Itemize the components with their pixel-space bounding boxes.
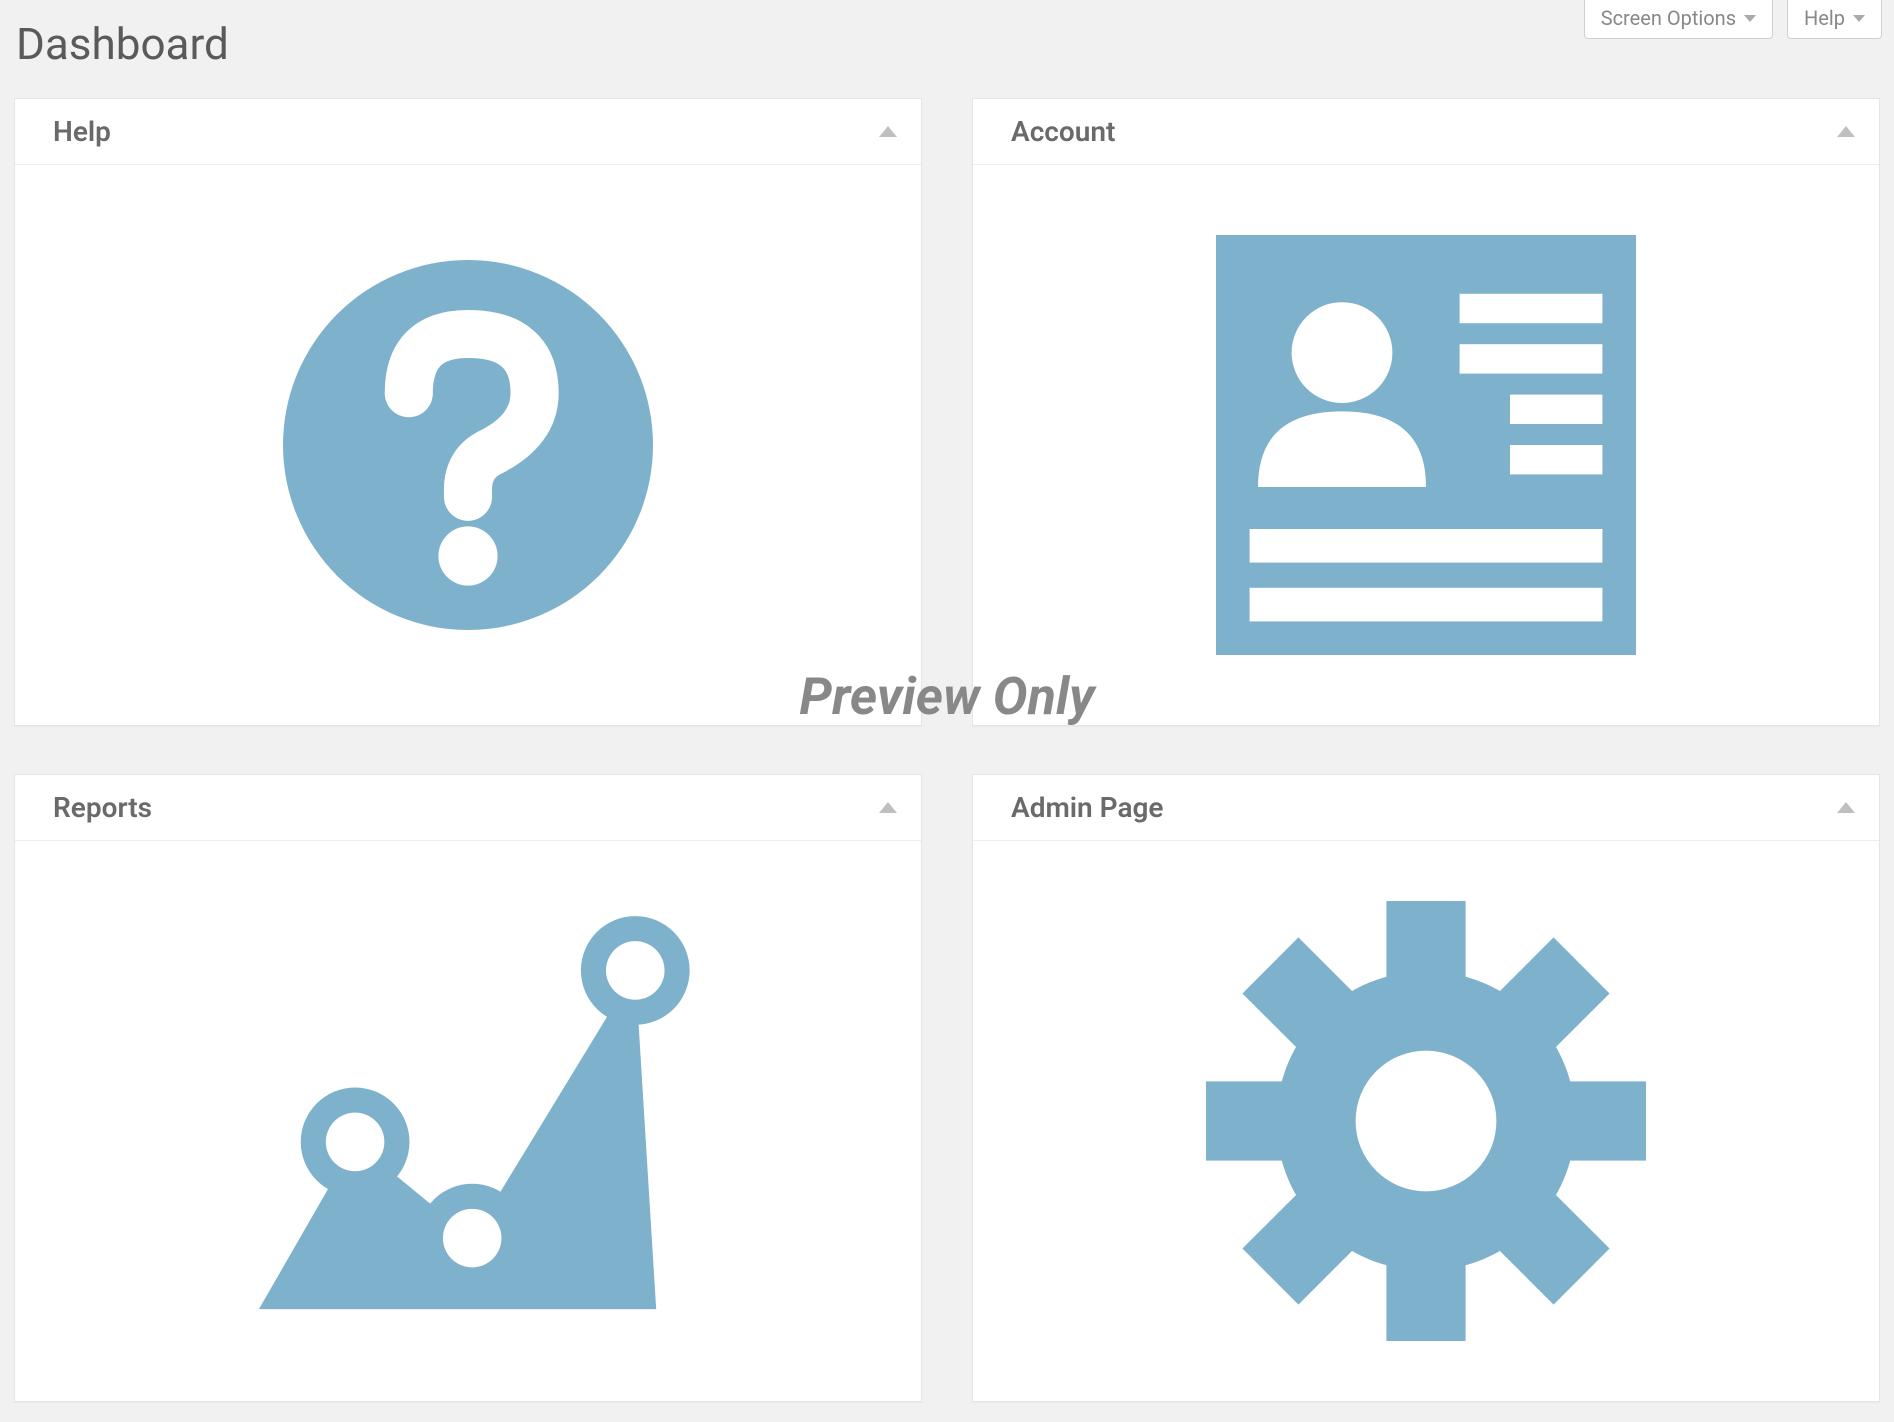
widget-help-body <box>15 165 921 725</box>
widget-account-title: Account <box>1011 115 1115 148</box>
help-button[interactable]: Help <box>1787 0 1882 39</box>
widget-reports: Reports <box>14 774 922 1402</box>
chevron-down-icon <box>1744 15 1756 22</box>
line-chart-icon <box>238 911 698 1331</box>
widget-help: Help <box>14 98 922 726</box>
profile-card-icon <box>1216 235 1636 655</box>
screen-options-label: Screen Options <box>1601 6 1736 30</box>
screen-options-button[interactable]: Screen Options <box>1584 0 1773 39</box>
widget-reports-header[interactable]: Reports <box>15 775 921 841</box>
widget-reports-body <box>15 841 921 1401</box>
chevron-up-icon <box>1837 802 1855 813</box>
widget-admin-header[interactable]: Admin Page <box>973 775 1879 841</box>
question-circle-icon <box>283 260 653 630</box>
widget-account: Account <box>972 98 1880 726</box>
widget-admin-body <box>973 841 1879 1401</box>
widget-account-header[interactable]: Account <box>973 99 1879 165</box>
chevron-up-icon <box>879 126 897 137</box>
gear-icon <box>1206 901 1646 1341</box>
topbar: Screen Options Help <box>1584 0 1882 39</box>
widget-account-body <box>973 165 1879 725</box>
chevron-down-icon <box>1853 15 1865 22</box>
widget-admin-title: Admin Page <box>1011 791 1164 824</box>
widget-help-title: Help <box>53 115 111 148</box>
chevron-up-icon <box>1837 126 1855 137</box>
help-label: Help <box>1804 6 1845 30</box>
page-title: Dashboard <box>16 18 229 70</box>
widget-help-header[interactable]: Help <box>15 99 921 165</box>
chevron-up-icon <box>879 802 897 813</box>
widgets-grid: Help Account <box>14 98 1880 1402</box>
widget-admin: Admin Page <box>972 774 1880 1402</box>
widget-reports-title: Reports <box>53 791 152 824</box>
